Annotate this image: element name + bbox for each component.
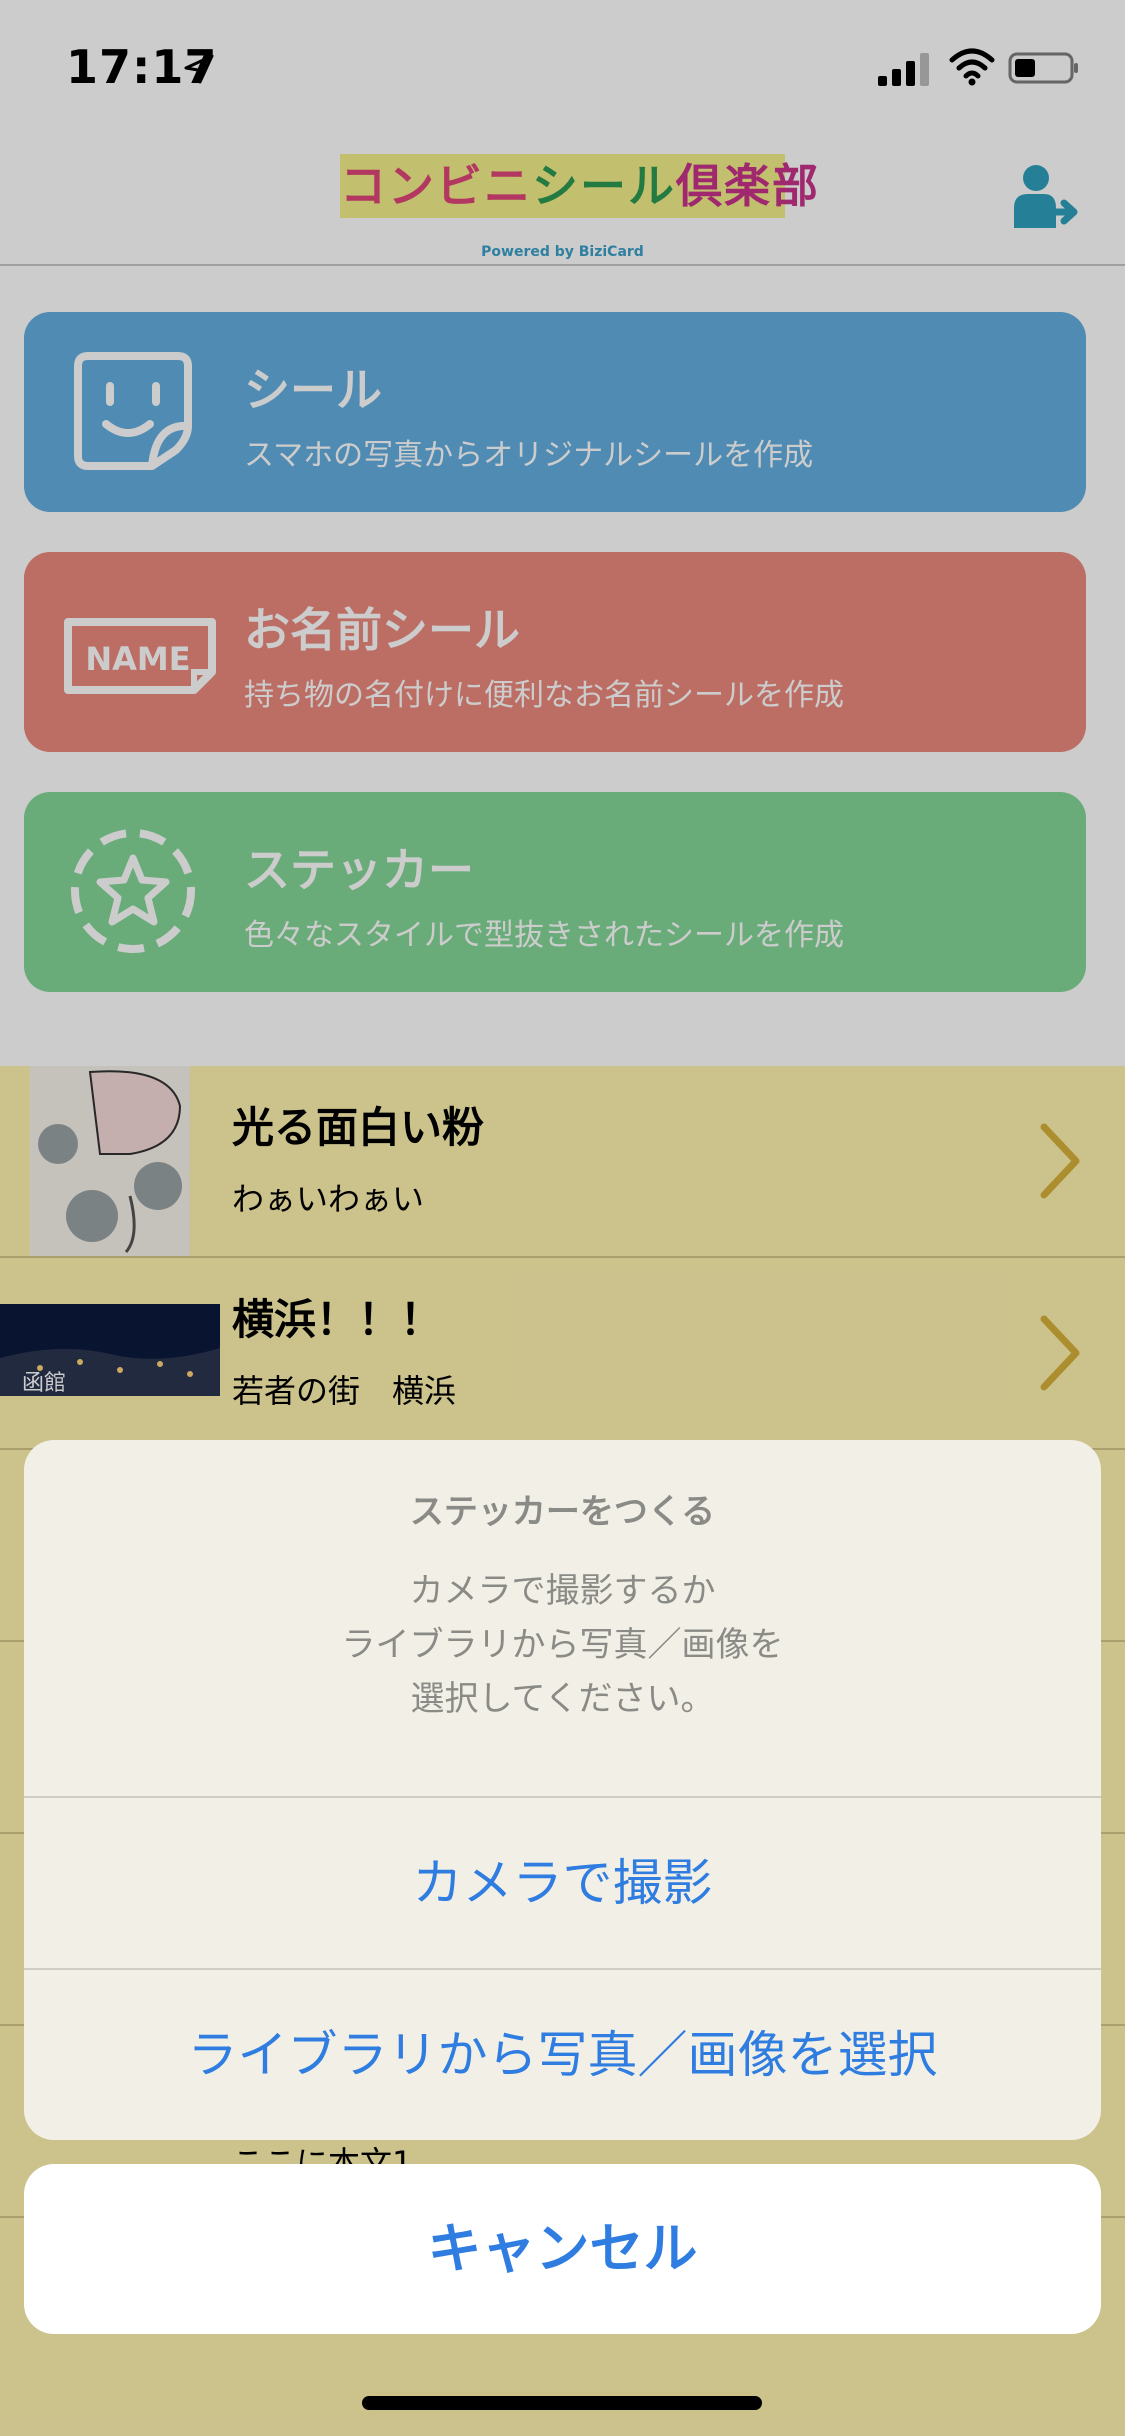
action-sheet-message: カメラで撮影するか ライブラリから写真／画像を 選択してください。 xyxy=(24,1564,1101,1726)
action-sheet-message-line-2: ライブラリから写真／画像を xyxy=(341,1625,784,1665)
action-sheet: ステッカーをつくる カメラで撮影するか ライブラリから写真／画像を 選択してくだ… xyxy=(24,1440,1101,2140)
action-sheet-message-line-1: カメラで撮影するか xyxy=(409,1571,716,1611)
choose-from-library-button[interactable]: ライブラリから写真／画像を選択 xyxy=(24,1970,1101,2140)
cancel-button[interactable]: キャンセル xyxy=(24,2164,1101,2334)
action-sheet-title: ステッカーをつくる xyxy=(409,1492,716,1532)
screen: 17:17 コンビニシール倶楽部 Powered by BiziCard シール… xyxy=(0,0,1125,2436)
home-indicator[interactable] xyxy=(362,2396,762,2410)
action-sheet-header: ステッカーをつくる カメラで撮影するか ライブラリから写真／画像を 選択してくだ… xyxy=(24,1440,1101,1798)
action-sheet-message-line-3: 選択してください。 xyxy=(410,1679,715,1719)
take-photo-button[interactable]: カメラで撮影 xyxy=(24,1798,1101,1970)
